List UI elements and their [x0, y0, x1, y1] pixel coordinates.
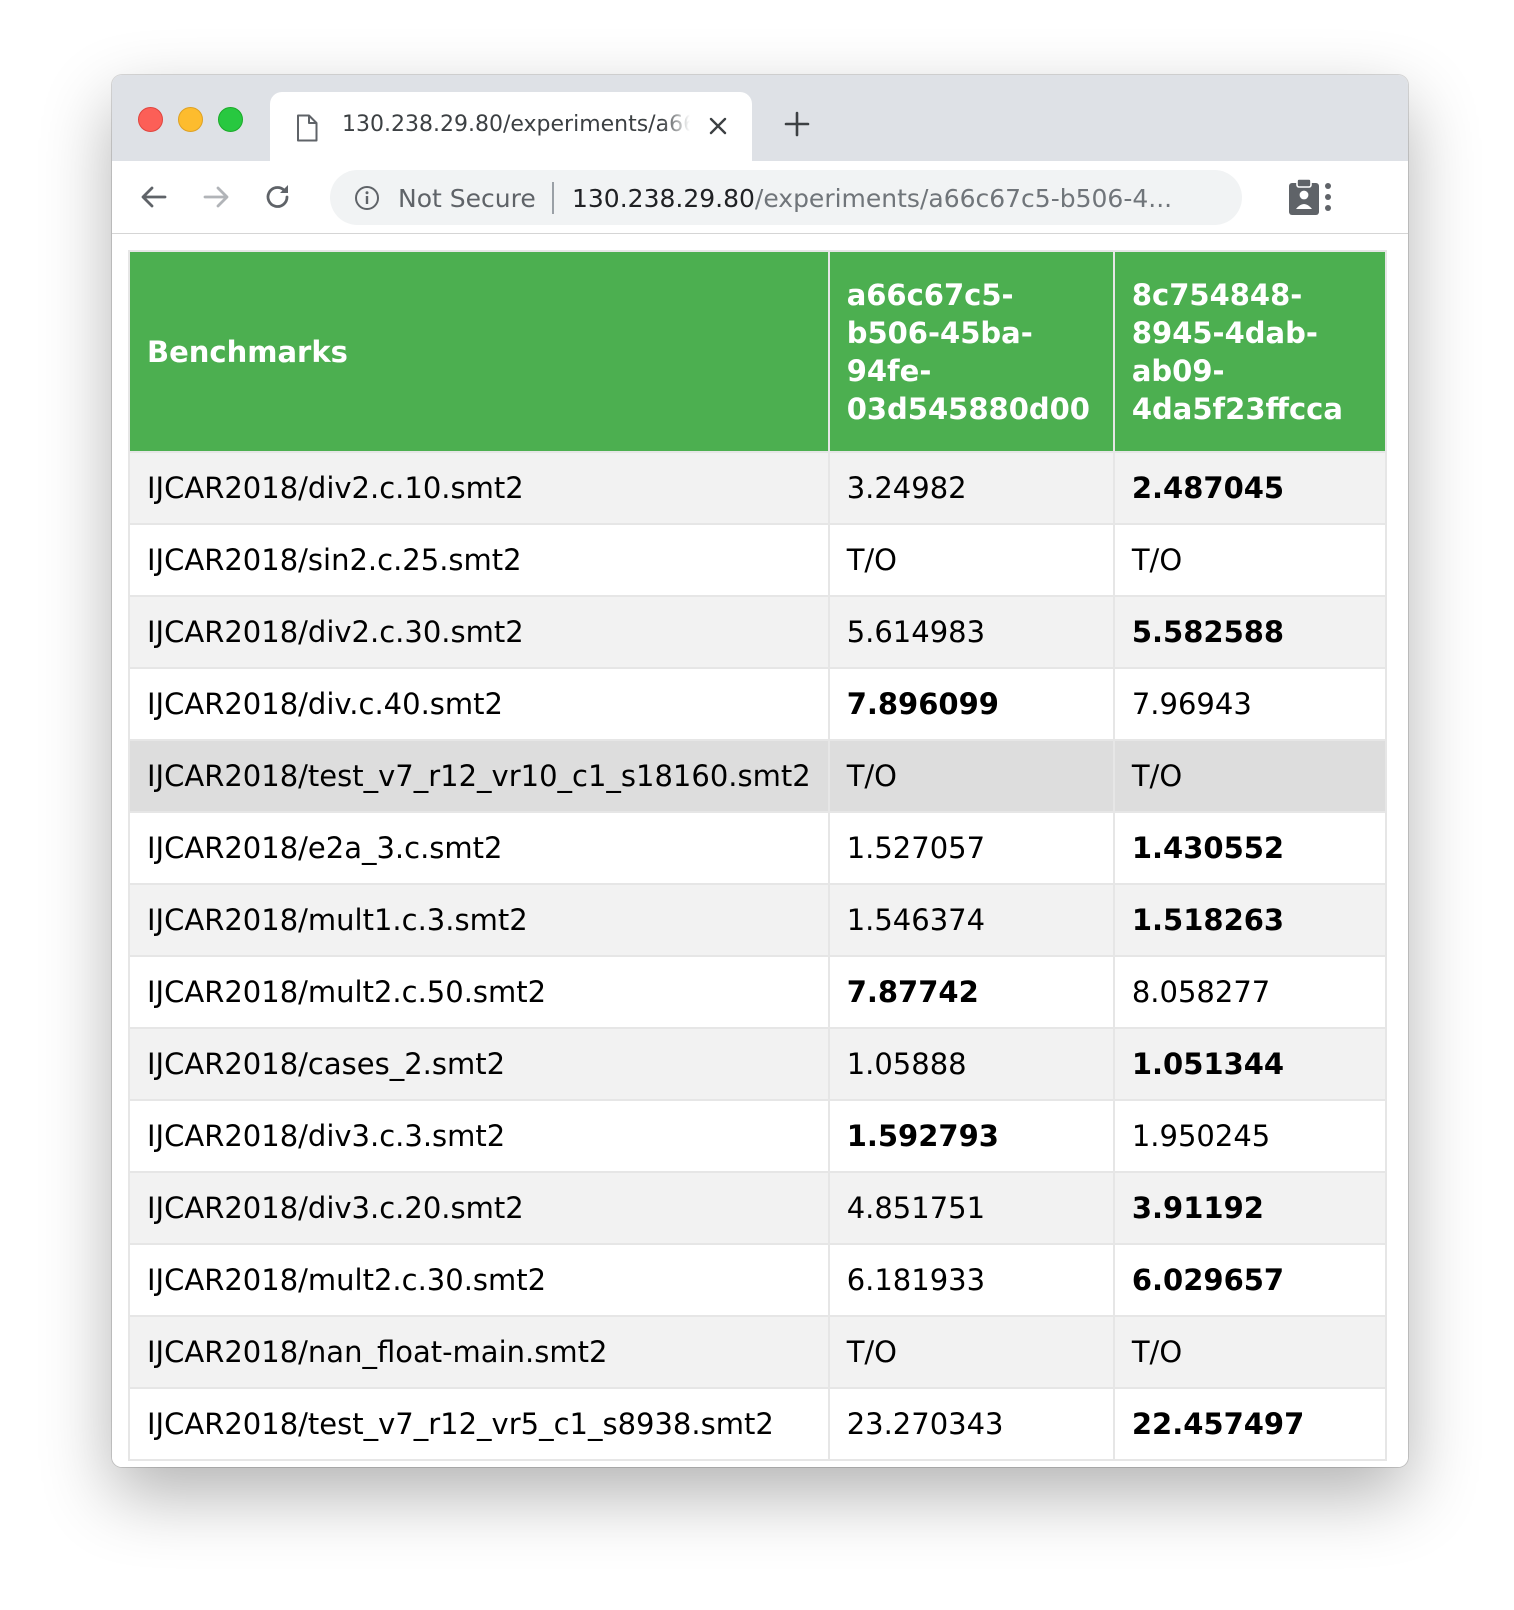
- experiment-b-cell: T/O: [1112, 1315, 1388, 1389]
- table-row[interactable]: IJCAR2018/test_v7_r12_vr5_c1_s8938.smt2 2…: [128, 1387, 1388, 1461]
- experiment-a-cell: 1.05888: [827, 1027, 1115, 1101]
- forward-arrow-icon[interactable]: [200, 181, 232, 217]
- experiment-b-cell: T/O: [1112, 523, 1388, 597]
- experiment-a-cell: 1.527057: [827, 811, 1115, 885]
- experiment-a-cell: 1.546374: [827, 883, 1115, 957]
- table-row[interactable]: IJCAR2018/mult2.c.50.smt2 7.87742 8.058277: [128, 955, 1388, 1029]
- active-tab[interactable]: 130.238.29.80/experiments/a66c67c5-b506-…: [270, 92, 752, 161]
- benchmark-cell: IJCAR2018/test_v7_r12_vr10_c1_s18160.smt…: [128, 739, 830, 813]
- experiment-b-cell: 5.582588: [1112, 595, 1388, 669]
- benchmark-cell: IJCAR2018/div3.c.20.smt2: [128, 1171, 830, 1245]
- header-row: Benchmarks a66c67c5-b506-45ba-94fe-03d54…: [128, 250, 1388, 453]
- experiment-a-cell: 23.270343: [827, 1387, 1115, 1461]
- url-path: /experiments/a66c67c5-b506-4...: [754, 184, 1173, 213]
- maximize-window-button[interactable]: [218, 107, 243, 132]
- url-host: 130.238.29.80: [572, 184, 755, 213]
- column-header-benchmarks[interactable]: Benchmarks: [128, 250, 830, 453]
- minimize-window-button[interactable]: [178, 107, 203, 132]
- document-icon: [296, 114, 318, 146]
- experiment-b-cell: 2.487045: [1112, 451, 1388, 525]
- benchmark-cell: IJCAR2018/div3.c.3.smt2: [128, 1099, 830, 1173]
- results-table: Benchmarks a66c67c5-b506-45ba-94fe-03d54…: [128, 250, 1388, 1461]
- table-row[interactable]: IJCAR2018/e2a_3.c.smt2 1.527057 1.430552: [128, 811, 1388, 885]
- benchmark-cell: IJCAR2018/div.c.40.smt2: [128, 667, 830, 741]
- table-row[interactable]: IJCAR2018/div3.c.20.smt2 4.851751 3.91192: [128, 1171, 1388, 1245]
- back-arrow-icon[interactable]: [138, 181, 170, 217]
- table-row[interactable]: IJCAR2018/test_v7_r12_vr10_c1_s18160.smt…: [128, 739, 1388, 813]
- page-content: Benchmarks a66c67c5-b506-45ba-94fe-03d54…: [112, 234, 1408, 1467]
- benchmark-cell: IJCAR2018/mult1.c.3.smt2: [128, 883, 830, 957]
- tab-title: 130.238.29.80/experiments/a66c67c5-b506-…: [342, 112, 690, 137]
- experiment-a-cell: 4.851751: [827, 1171, 1115, 1245]
- experiment-a-cell: T/O: [827, 739, 1115, 813]
- benchmark-cell: IJCAR2018/div2.c.10.smt2: [128, 451, 830, 525]
- benchmark-cell: IJCAR2018/mult2.c.50.smt2: [128, 955, 830, 1029]
- experiment-a-cell: 1.592793: [827, 1099, 1115, 1173]
- experiment-a-cell: T/O: [827, 1315, 1115, 1389]
- tab-strip: 130.238.29.80/experiments/a66c67c5-b506-…: [112, 75, 1408, 161]
- benchmark-cell: IJCAR2018/nan_float-main.smt2: [128, 1315, 830, 1389]
- benchmark-cell: IJCAR2018/div2.c.30.smt2: [128, 595, 830, 669]
- table-row[interactable]: IJCAR2018/nan_float-main.smt2 T/O T/O: [128, 1315, 1388, 1389]
- close-window-button[interactable]: [138, 107, 163, 132]
- column-header-experiment-b[interactable]: 8c754848-8945-4dab-ab09-4da5f23ffcca: [1112, 250, 1388, 453]
- url-text[interactable]: 130.238.29.80/experiments/a66c67c5-b506-…: [572, 184, 1212, 213]
- column-header-experiment-a[interactable]: a66c67c5-b506-45ba-94fe-03d545880d00: [827, 250, 1115, 453]
- benchmark-cell: IJCAR2018/mult2.c.30.smt2: [128, 1243, 830, 1317]
- table-row[interactable]: IJCAR2018/div2.c.10.smt2 3.24982 2.487045: [128, 451, 1388, 525]
- security-label[interactable]: Not Secure: [398, 184, 536, 213]
- experiment-a-cell: T/O: [827, 523, 1115, 597]
- clipboard-icon[interactable]: [1287, 178, 1321, 220]
- experiment-b-cell: 1.950245: [1112, 1099, 1388, 1173]
- benchmark-cell: IJCAR2018/e2a_3.c.smt2: [128, 811, 830, 885]
- experiment-b-cell: 7.96943: [1112, 667, 1388, 741]
- experiment-b-cell: 22.457497: [1112, 1387, 1388, 1461]
- experiment-b-cell: 8.058277: [1112, 955, 1388, 1029]
- omnibox-divider: [552, 182, 554, 214]
- experiment-a-cell: 7.896099: [827, 667, 1115, 741]
- table-row[interactable]: IJCAR2018/cases_2.smt2 1.05888 1.051344: [128, 1027, 1388, 1101]
- reload-icon[interactable]: [262, 181, 294, 217]
- experiment-b-cell: 1.051344: [1112, 1027, 1388, 1101]
- table-row[interactable]: IJCAR2018/div.c.40.smt2 7.896099 7.96943: [128, 667, 1388, 741]
- plus-icon[interactable]: [784, 111, 810, 141]
- experiment-b-cell: 3.91192: [1112, 1171, 1388, 1245]
- info-icon[interactable]: [354, 185, 380, 215]
- experiment-b-cell: 6.029657: [1112, 1243, 1388, 1317]
- experiment-a-cell: 5.614983: [827, 595, 1115, 669]
- table-row[interactable]: IJCAR2018/div2.c.30.smt2 5.614983 5.582588: [128, 595, 1388, 669]
- experiment-a-cell: 6.181933: [827, 1243, 1115, 1317]
- address-bar[interactable]: Not Secure 130.238.29.80/experiments/a66…: [330, 170, 1242, 225]
- table-row[interactable]: IJCAR2018/sin2.c.25.smt2 T/O T/O: [128, 523, 1388, 597]
- table-row[interactable]: IJCAR2018/div3.c.3.smt2 1.592793 1.950245: [128, 1099, 1388, 1173]
- experiment-b-cell: T/O: [1112, 739, 1388, 813]
- browser-window: 130.238.29.80/experiments/a66c67c5-b506-…: [112, 75, 1408, 1467]
- table-row[interactable]: IJCAR2018/mult2.c.30.smt2 6.181933 6.02965…: [128, 1243, 1388, 1317]
- table-row[interactable]: IJCAR2018/mult1.c.3.smt2 1.546374 1.518263: [128, 883, 1388, 957]
- experiment-b-cell: 1.430552: [1112, 811, 1388, 885]
- benchmark-cell: IJCAR2018/cases_2.smt2: [128, 1027, 830, 1101]
- close-icon[interactable]: [708, 116, 728, 140]
- more-vert-icon[interactable]: [1322, 182, 1334, 216]
- benchmark-cell: IJCAR2018/sin2.c.25.smt2: [128, 523, 830, 597]
- toolbar: Not Secure 130.238.29.80/experiments/a66…: [112, 161, 1408, 234]
- experiment-a-cell: 3.24982: [827, 451, 1115, 525]
- benchmark-cell: IJCAR2018/test_v7_r12_vr5_c1_s8938.smt2: [128, 1387, 830, 1461]
- experiment-b-cell: 1.518263: [1112, 883, 1388, 957]
- experiment-a-cell: 7.87742: [827, 955, 1115, 1029]
